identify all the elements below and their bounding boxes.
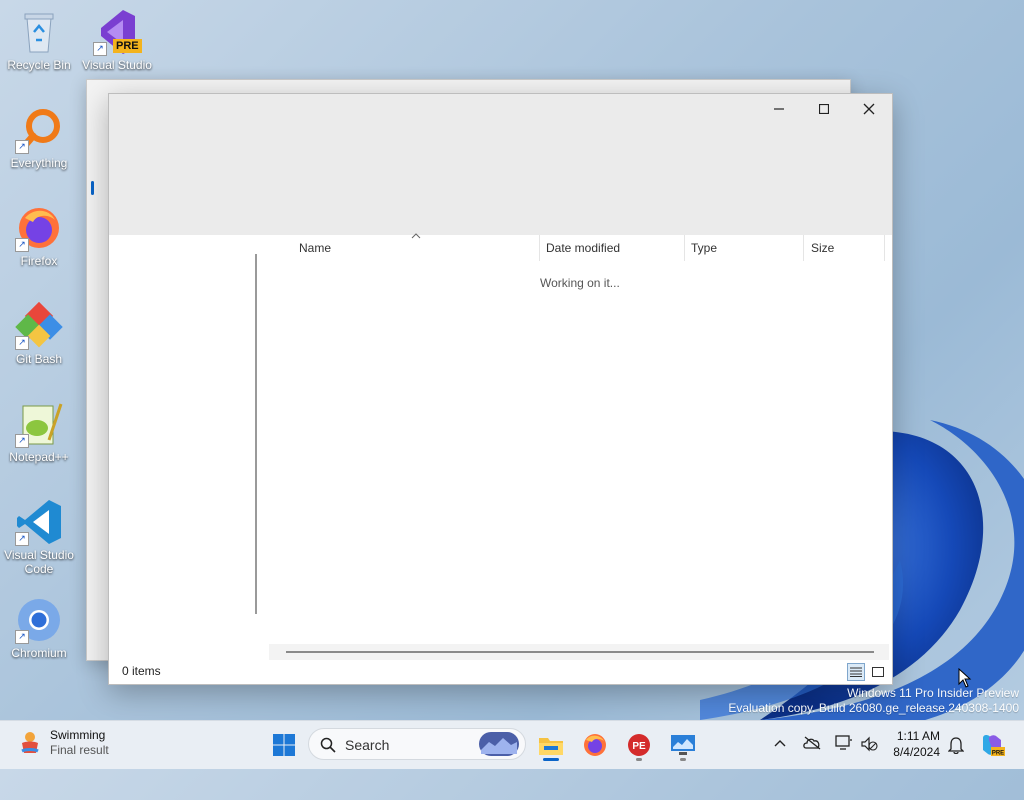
desktop-icon-visual-studio[interactable]: PRE ↗ Visual Studio: [79, 8, 155, 72]
column-header-type[interactable]: Type: [691, 241, 717, 255]
network-icon[interactable]: [835, 735, 853, 751]
column-header-name[interactable]: Name: [299, 241, 331, 255]
column-separator[interactable]: [684, 235, 685, 261]
desktop-icon-label: Git Bash: [15, 352, 63, 366]
start-button[interactable]: [266, 727, 302, 763]
active-app-indicator: [543, 758, 559, 761]
maximize-icon: [819, 104, 829, 114]
onedrive-offline-icon[interactable]: [803, 736, 821, 750]
desktop-icon-git-bash[interactable]: ↗ Git Bash: [1, 301, 77, 366]
column-header-size[interactable]: Size: [811, 241, 834, 255]
horizontal-scrollbar-thumb[interactable]: [286, 651, 874, 653]
column-separator[interactable]: [539, 235, 540, 261]
search-icon: [320, 737, 336, 753]
desktop-icon-label: Recycle Bin: [7, 58, 71, 72]
svg-text:PRE: PRE: [992, 751, 1004, 757]
desktop-icon-label: Chromium: [11, 646, 67, 660]
desktop-icon-vscode[interactable]: ↗ Visual Studio Code: [1, 498, 77, 576]
copilot-preview-button[interactable]: PRE: [974, 727, 1010, 763]
details-view-icon: [850, 667, 862, 677]
weather-title: Swimming: [50, 728, 106, 742]
notification-bell-icon[interactable]: [948, 736, 964, 754]
shortcut-arrow-icon: ↗: [93, 42, 107, 56]
desktop-icon-label: Firefox: [20, 254, 58, 268]
shortcut-arrow-icon: ↗: [15, 630, 29, 644]
details-view-button[interactable]: [847, 663, 865, 681]
clock-date: 8/4/2024: [893, 745, 940, 759]
desktop-icon-recycle-bin[interactable]: Recycle Bin: [1, 8, 77, 72]
file-explorer-window[interactable]: Name Date modified Type Size Working on …: [108, 93, 893, 685]
minimize-icon: [774, 108, 784, 110]
navigation-pane[interactable]: [109, 235, 249, 660]
background-window-accent: [91, 181, 94, 195]
desktop-icon-everything[interactable]: ↗ Everything: [1, 106, 77, 170]
desktop-icon-chromium[interactable]: ↗ Chromium: [1, 596, 77, 660]
clock-time: 1:11 AM: [896, 729, 940, 743]
column-header-date-modified[interactable]: Date modified: [546, 241, 620, 255]
swimmer-medal-icon: [21, 732, 39, 753]
minimize-button[interactable]: [756, 94, 802, 124]
item-count: 0 items: [122, 664, 161, 678]
taskbar-search-box[interactable]: Search: [308, 728, 526, 760]
process-explorer-icon: PE: [628, 734, 650, 756]
background-window-sidebar: [87, 80, 109, 660]
desktop-icon-label: Notepad++: [9, 450, 69, 464]
status-bar: 0 items: [109, 660, 892, 684]
running-app-indicator: [680, 758, 686, 761]
column-separator[interactable]: [884, 235, 885, 261]
weather-widget[interactable]: Swimming Final result: [18, 728, 109, 758]
firefox-icon: [584, 734, 606, 756]
svg-text:PE: PE: [632, 741, 646, 752]
column-separator[interactable]: [803, 235, 804, 261]
weather-subtitle: Final result: [50, 743, 109, 757]
mouse-pointer-icon: [958, 668, 972, 688]
search-placeholder: Search: [345, 737, 390, 753]
watermark-build: Evaluation copy. Build 26080.ge_release.…: [728, 701, 1019, 715]
file-explorer-icon: [539, 738, 563, 755]
close-button[interactable]: [846, 94, 892, 124]
navigation-pane-scrollbar[interactable]: [255, 254, 257, 614]
volume-muted-icon[interactable]: [860, 736, 878, 752]
taskbar-remote-desktop[interactable]: [665, 727, 701, 763]
taskbar-firefox[interactable]: [577, 727, 613, 763]
recycle-bin-icon: [24, 13, 54, 53]
desktop-icon-label: Everything: [10, 156, 68, 170]
taskbar: Swimming Final result Search PE 1:11 AM …: [0, 720, 1024, 769]
shortcut-arrow-icon: ↗: [15, 434, 29, 448]
shortcut-arrow-icon: ↗: [15, 532, 29, 546]
shortcut-arrow-icon: ↗: [15, 336, 29, 350]
desktop-icon-firefox[interactable]: ↗ Firefox: [1, 204, 77, 268]
desktop-icon-notepad-plus-plus[interactable]: ↗ Notepad++: [1, 400, 77, 464]
preview-badge: PRE: [113, 39, 142, 53]
desktop-icon-label: Visual Studio: [82, 58, 152, 72]
loading-message: Working on it...: [540, 276, 620, 290]
taskbar-clock[interactable]: 1:11 AM 8/4/2024: [886, 728, 940, 760]
close-icon: [863, 103, 875, 115]
windows-start-icon: [273, 734, 295, 756]
shortcut-arrow-icon: ↗: [15, 238, 29, 252]
running-app-indicator: [636, 758, 642, 761]
file-list-area[interactable]: [265, 235, 892, 660]
show-hidden-icons-chevron-up-icon[interactable]: [774, 739, 786, 747]
desktop-icon-label: Visual Studio Code: [4, 548, 74, 576]
taskbar-file-explorer[interactable]: [533, 727, 569, 763]
taskbar-process-explorer[interactable]: PE: [621, 727, 657, 763]
tiles-view-icon: [872, 667, 884, 677]
remote-desktop-icon: [671, 735, 695, 755]
tiles-view-button[interactable]: [869, 663, 887, 681]
sort-ascending-icon: [411, 233, 421, 239]
watermark-edition: Windows 11 Pro Insider Preview: [847, 686, 1019, 700]
search-highlight-image: [479, 732, 519, 756]
shortcut-arrow-icon: ↗: [15, 140, 29, 154]
maximize-button[interactable]: [801, 94, 847, 124]
copilot-preview-icon: PRE: [983, 735, 1005, 757]
